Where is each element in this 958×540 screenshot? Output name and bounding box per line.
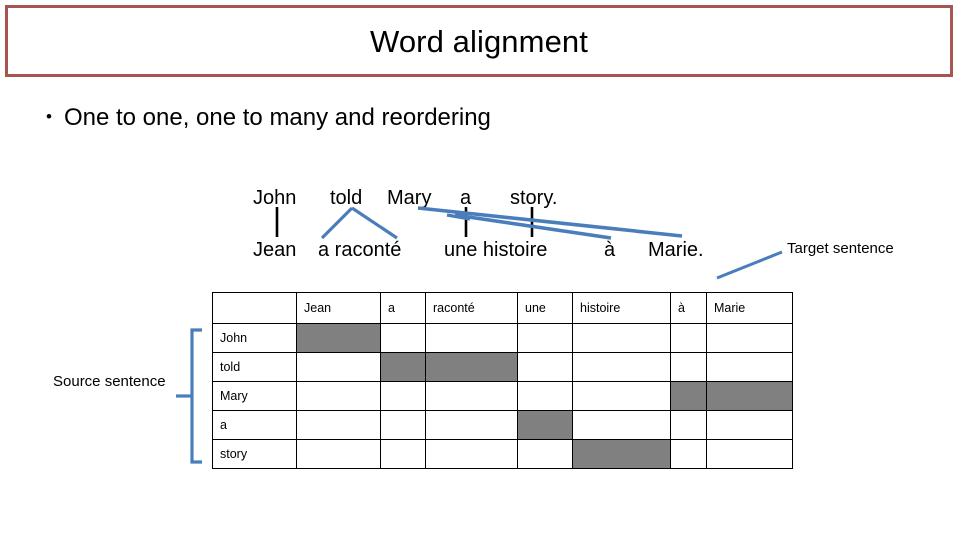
matrix-cell[interactable] xyxy=(706,439,793,469)
matrix-cell[interactable] xyxy=(517,352,573,382)
matrix-cell[interactable] xyxy=(670,439,707,469)
table-row: John xyxy=(212,323,793,353)
source-word-a: a xyxy=(460,187,472,209)
matrix-cell[interactable] xyxy=(670,352,707,382)
table-row: Mary xyxy=(212,381,793,411)
source-sentence-bracket-icon xyxy=(190,328,202,464)
matrix-cell[interactable] xyxy=(380,323,426,353)
source-word-john: John xyxy=(253,187,297,209)
matrix-cell[interactable] xyxy=(572,439,671,469)
matrix-row-header: story xyxy=(212,439,297,469)
matrix-cell[interactable] xyxy=(425,323,518,353)
target-word-a-accent: à xyxy=(604,239,616,261)
source-word-mary: Mary xyxy=(387,187,432,209)
matrix-cell[interactable] xyxy=(380,381,426,411)
alignment-matrix-table: Jean a raconté une histoire à Marie John… xyxy=(212,292,793,469)
matrix-col-header-a: a xyxy=(380,292,426,324)
matrix-body: John told Mary a story xyxy=(212,323,793,469)
matrix-cell[interactable] xyxy=(706,381,793,411)
matrix-cell[interactable] xyxy=(380,410,426,440)
matrix-cell[interactable] xyxy=(296,323,381,353)
matrix-col-header-raconte: raconté xyxy=(425,292,518,324)
matrix-row-header: John xyxy=(212,323,297,353)
matrix-col-header-histoire: histoire xyxy=(572,292,671,324)
matrix-cell[interactable] xyxy=(517,381,573,411)
matrix-cell[interactable] xyxy=(572,381,671,411)
matrix-col-header-a-accent: à xyxy=(670,292,707,324)
bullet-point-icon: • xyxy=(46,107,52,126)
matrix-cell[interactable] xyxy=(425,410,518,440)
matrix-cell[interactable] xyxy=(572,323,671,353)
matrix-cell[interactable] xyxy=(572,410,671,440)
matrix-corner-cell xyxy=(212,292,297,324)
matrix-col-header-une: une xyxy=(517,292,573,324)
title-box: Word alignment xyxy=(5,5,953,77)
link-converge-stub xyxy=(446,213,471,221)
matrix-cell[interactable] xyxy=(517,323,573,353)
target-sentence-arrow-icon xyxy=(716,250,783,280)
table-header-row: Jean a raconté une histoire à Marie xyxy=(212,292,793,324)
matrix-cell[interactable] xyxy=(380,439,426,469)
matrix-cell[interactable] xyxy=(296,352,381,382)
slide-canvas: Word alignment • One to one, one to many… xyxy=(0,0,958,540)
target-sentence-label: Target sentence xyxy=(787,240,894,257)
bullet-list-item: • One to one, one to many and reordering xyxy=(46,106,491,130)
bullet-item-label: One to one, one to many and reordering xyxy=(63,104,491,131)
target-word-jean: Jean xyxy=(253,239,297,261)
target-word-a-raconte: a raconté xyxy=(318,239,402,261)
matrix-cell[interactable] xyxy=(670,323,707,353)
link-told-a xyxy=(320,206,354,240)
matrix-col-header-jean: Jean xyxy=(296,292,381,324)
page-title: Word alignment xyxy=(370,23,588,59)
matrix-cell[interactable] xyxy=(706,410,793,440)
source-sentence-label: Source sentence xyxy=(53,373,166,390)
matrix-row-header: a xyxy=(212,410,297,440)
matrix-cell[interactable] xyxy=(380,352,426,382)
matrix-cell[interactable] xyxy=(425,352,518,382)
matrix-col-header-marie: Marie xyxy=(706,292,793,324)
matrix-cell[interactable] xyxy=(670,381,707,411)
matrix-cell[interactable] xyxy=(572,352,671,382)
matrix-cell[interactable] xyxy=(517,410,573,440)
matrix-cell[interactable] xyxy=(296,439,381,469)
table-row: a xyxy=(212,410,793,440)
link-mary-marie xyxy=(417,206,683,238)
matrix-row-header: told xyxy=(212,352,297,382)
matrix-cell[interactable] xyxy=(706,352,793,382)
target-word-marie: Marie. xyxy=(648,239,704,261)
matrix-cell[interactable] xyxy=(296,381,381,411)
matrix-cell[interactable] xyxy=(425,381,518,411)
matrix-cell[interactable] xyxy=(517,439,573,469)
matrix-cell[interactable] xyxy=(296,410,381,440)
matrix-cell[interactable] xyxy=(670,410,707,440)
matrix-cell[interactable] xyxy=(425,439,518,469)
table-row: story xyxy=(212,439,793,469)
source-word-story: story. xyxy=(510,187,558,209)
matrix-row-header: Mary xyxy=(212,381,297,411)
link-mary-a-accent xyxy=(454,213,612,240)
link-told-raconte xyxy=(351,206,398,240)
source-word-told: told xyxy=(330,187,363,209)
target-word-une-histoire: une histoire xyxy=(444,239,548,261)
table-row: told xyxy=(212,352,793,382)
matrix-cell[interactable] xyxy=(706,323,793,353)
